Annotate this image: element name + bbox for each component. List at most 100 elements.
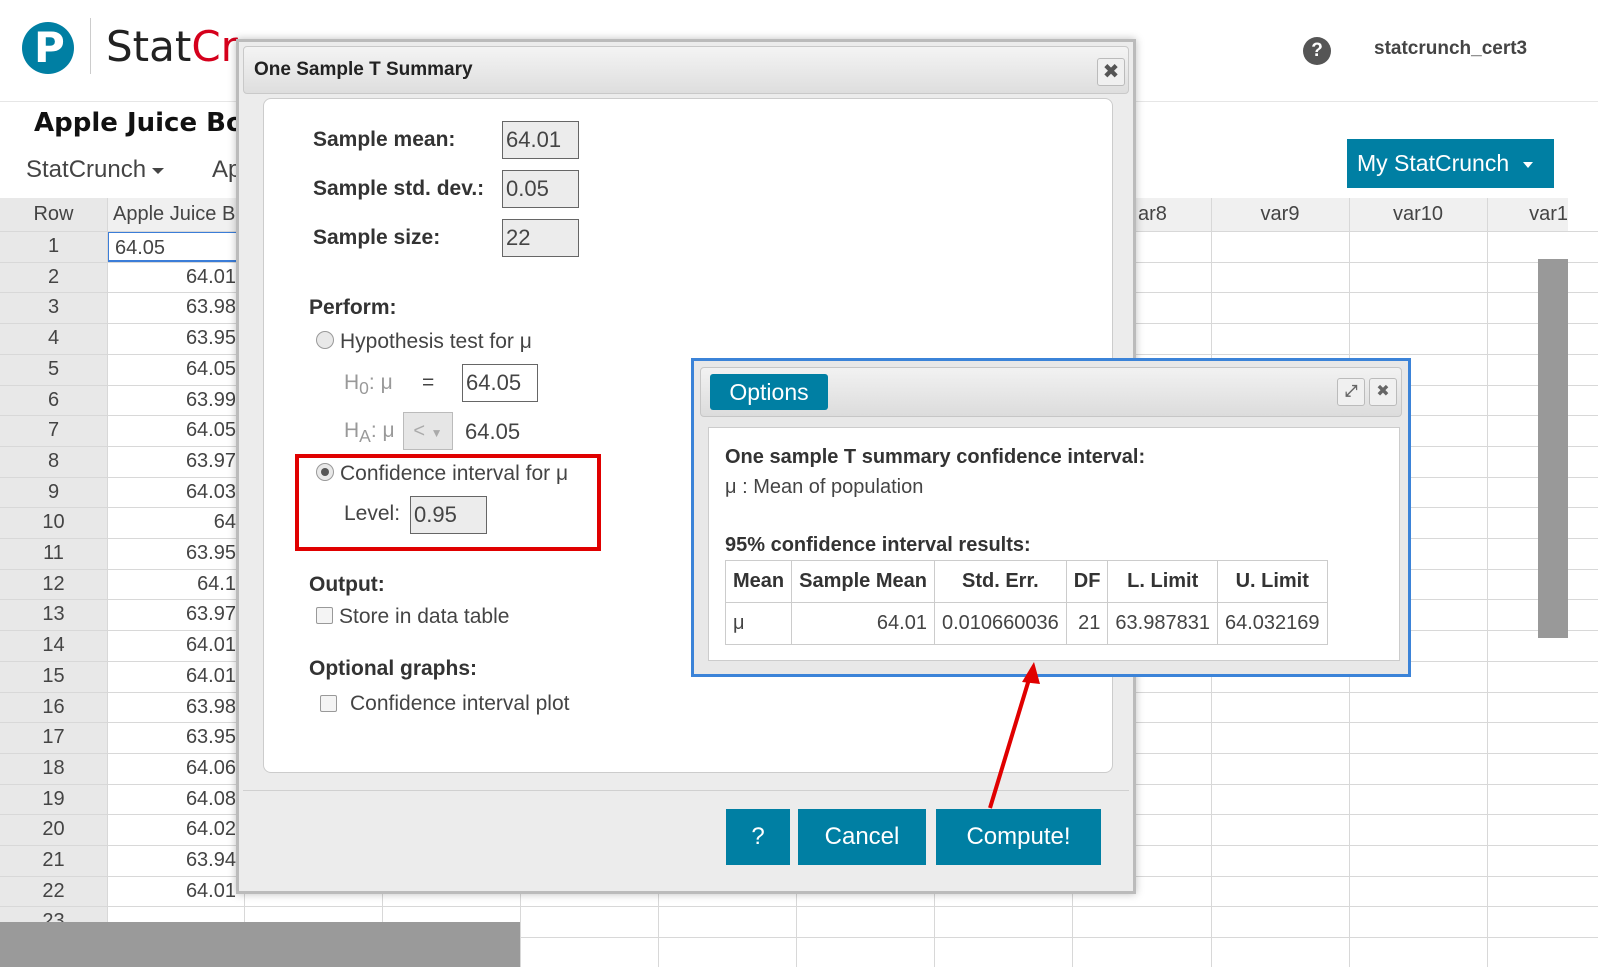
row-number[interactable]: 20 (0, 814, 107, 845)
table-cell[interactable]: 63.97 (107, 446, 244, 477)
dialog-divider (243, 790, 1129, 791)
dialog-titlebar[interactable]: One Sample T Summary ✖ (243, 46, 1129, 94)
row-number[interactable]: 14 (0, 630, 107, 661)
grid-column-line (107, 198, 108, 967)
table-cell[interactable]: 63.95 (107, 323, 244, 354)
table-cell[interactable]: 63.98 (107, 292, 244, 323)
table-cell[interactable]: 63.95 (107, 722, 244, 753)
table-cell[interactable]: 64.05 (107, 231, 244, 262)
row-number[interactable]: 7 (0, 415, 107, 446)
help-icon[interactable]: ? (1303, 37, 1331, 65)
table-cell[interactable]: 64.01 (107, 630, 244, 661)
cell-std-err: 0.010660036 (933, 602, 1067, 645)
row-number[interactable]: 17 (0, 722, 107, 753)
col-std-err: Std. Err. (933, 560, 1067, 603)
h0-value-input[interactable]: 64.05 (462, 364, 538, 402)
table-cell[interactable]: 63.97 (107, 599, 244, 630)
column-header-var11[interactable]: var1 (1487, 198, 1568, 231)
row-number[interactable]: 12 (0, 569, 107, 600)
statcrunch-app: P StatCr ? statcrunch_cert3 Apple Juice … (0, 0, 1598, 967)
table-cell[interactable]: 64.06 (107, 753, 244, 784)
page-title: Apple Juice Bot (34, 108, 257, 138)
h0-label: H0: μ (344, 371, 393, 399)
row-number[interactable]: 9 (0, 477, 107, 508)
row-number[interactable]: 2 (0, 262, 107, 293)
column-header-var9[interactable]: var9 (1211, 198, 1349, 231)
col-sample-mean: Sample Mean (791, 560, 935, 603)
row-number[interactable]: 11 (0, 538, 107, 569)
table-cell[interactable]: 63.99 (107, 385, 244, 416)
horizontal-scrollbar[interactable] (0, 922, 520, 967)
table-cell[interactable]: 64.01 (107, 262, 244, 293)
row-number[interactable]: 1 (0, 231, 107, 262)
brand-part2: Cr (191, 22, 238, 71)
ci-results-heading: 95% confidence interval results: (725, 534, 1031, 556)
col-df: DF (1065, 560, 1109, 603)
table-cell[interactable]: 64.08 (107, 784, 244, 815)
table-cell[interactable]: 63.95 (107, 538, 244, 569)
column-header-apple-juice[interactable]: Apple Juice B (107, 198, 244, 231)
table-cell[interactable]: 64.01 (107, 661, 244, 692)
column-header-var10[interactable]: var10 (1349, 198, 1487, 231)
row-number[interactable]: 6 (0, 385, 107, 416)
table-cell[interactable]: 63.94 (107, 845, 244, 876)
col-u-limit: U. Limit (1216, 560, 1328, 603)
row-number[interactable]: 5 (0, 354, 107, 385)
row-number[interactable]: 16 (0, 692, 107, 723)
close-icon[interactable]: ✖ (1097, 58, 1125, 86)
table-cell[interactable]: 64 (107, 507, 244, 538)
row-number[interactable]: 19 (0, 784, 107, 815)
table-cell[interactable]: 63.98 (107, 692, 244, 723)
cell-l-limit: 63.987831 (1107, 602, 1218, 645)
cell-mean: μ (724, 602, 793, 645)
my-statcrunch-button[interactable]: My StatCrunch (1347, 139, 1554, 188)
help-button[interactable]: ? (726, 809, 790, 865)
store-in-table-label: Store in data table (339, 605, 510, 628)
results-header-row: Mean Sample Mean Std. Err. DF L. Limit U… (724, 560, 1328, 603)
hypothesis-test-radio[interactable] (316, 331, 334, 349)
row-number[interactable]: 8 (0, 446, 107, 477)
table-cell[interactable]: 64.1 (107, 569, 244, 600)
row-number[interactable]: 21 (0, 845, 107, 876)
column-header-var8[interactable]: ar8 (1136, 198, 1211, 231)
sample-size-input[interactable]: 22 (502, 219, 579, 257)
compute-button[interactable]: Compute! (936, 809, 1101, 865)
row-number[interactable]: 22 (0, 876, 107, 907)
row-number[interactable]: 18 (0, 753, 107, 784)
cancel-button[interactable]: Cancel (798, 809, 926, 865)
options-titlebar[interactable]: Options ⤢ ✖ (700, 367, 1402, 417)
sample-sd-input[interactable]: 0.05 (502, 170, 579, 208)
row-number[interactable]: 3 (0, 292, 107, 323)
col-l-limit: L. Limit (1107, 560, 1218, 603)
chevron-down-icon (152, 167, 165, 174)
close-icon[interactable]: ✖ (1369, 378, 1397, 406)
table-cell[interactable]: 64.03 (107, 477, 244, 508)
username-menu[interactable]: statcrunch_cert3 (1374, 38, 1527, 60)
expand-icon[interactable]: ⤢ (1337, 378, 1365, 406)
row-number[interactable]: 4 (0, 323, 107, 354)
row-number[interactable]: 15 (0, 661, 107, 692)
table-cell[interactable]: 64.05 (107, 354, 244, 385)
sample-mean-input[interactable]: 64.01 (502, 121, 579, 159)
results-heading: One sample T summary confidence interval… (725, 446, 1146, 468)
row-number[interactable]: 10 (0, 507, 107, 538)
sample-mean-label: Sample mean: (313, 128, 456, 151)
row-header: Row (0, 198, 107, 231)
sample-sd-label: Sample std. dev.: (313, 177, 485, 200)
ha-mu: : μ (370, 419, 395, 442)
ha-operator-select[interactable]: < ▼ (403, 412, 453, 450)
menu-statcrunch[interactable]: StatCrunch (26, 156, 165, 184)
options-tab[interactable]: Options (710, 374, 828, 410)
table-cell[interactable]: 64.05 (107, 415, 244, 446)
my-statcrunch-label: My StatCrunch (1357, 150, 1510, 176)
logo-divider (90, 18, 91, 74)
vertical-scrollbar[interactable] (1538, 259, 1568, 638)
chevron-down-icon: ▼ (430, 426, 443, 440)
ci-plot-checkbox[interactable] (320, 695, 337, 712)
ha-operator-value: < (413, 420, 426, 442)
table-cell[interactable]: 64.02 (107, 814, 244, 845)
grid-column-line (1487, 198, 1488, 967)
table-cell[interactable]: 64.01 (107, 876, 244, 907)
row-number[interactable]: 13 (0, 599, 107, 630)
store-in-table-checkbox[interactable] (316, 607, 333, 624)
